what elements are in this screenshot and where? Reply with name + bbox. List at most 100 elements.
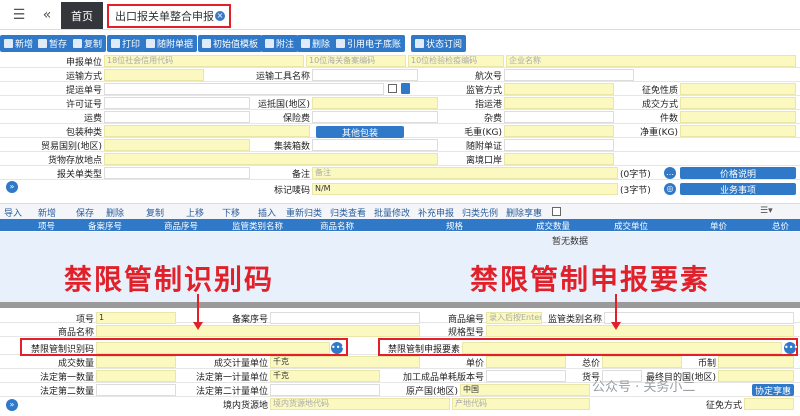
dest-country-input[interactable] [312, 97, 438, 109]
list-batch-edit-button[interactable]: 批量修改 [374, 206, 410, 219]
list-supplement-button[interactable]: 补充申报 [418, 206, 454, 219]
col-deal-qty[interactable]: 成交数量 [536, 220, 570, 232]
price-note-button[interactable]: 价格说明 [680, 167, 796, 180]
container-count-input[interactable] [312, 139, 438, 151]
bill-no-input[interactable] [104, 83, 384, 95]
col-spec[interactable]: 规格 [446, 220, 463, 232]
col-supervision[interactable]: 监管类别名称 [232, 220, 283, 232]
voyage-no-input[interactable] [504, 69, 634, 81]
horizontal-scrollbar[interactable] [0, 302, 800, 308]
declarant-code-input[interactable]: 18位社会信用代码 [104, 55, 304, 67]
total-price-input[interactable] [602, 356, 682, 368]
toolbar-button-e-ledger[interactable]: 引用电子底账 [332, 35, 406, 52]
license-no-input[interactable] [104, 97, 250, 109]
declarant-insp-input[interactable]: 10位检验检疫编码 [408, 55, 504, 67]
list-move-down-button[interactable]: 下移 [222, 206, 240, 219]
deal-unit-input[interactable]: 千克 [270, 356, 420, 368]
list-move-up-button[interactable]: 上移 [186, 206, 204, 219]
list-view-class-button[interactable]: 归类查看 [330, 206, 366, 219]
legal-qty2-input[interactable] [96, 384, 176, 396]
toolbar-button-template[interactable]: 初始值模板 [198, 35, 263, 52]
list-insert-button[interactable]: 插入 [258, 206, 276, 219]
deal-mode-input[interactable] [680, 97, 796, 109]
toolbar-button-status-subscribe[interactable]: 状态订阅 [411, 35, 467, 52]
processing-version-input[interactable] [486, 370, 566, 382]
agreement-pref-button[interactable]: 协定享惠 [752, 384, 794, 397]
business-matters-button[interactable]: 业务事项 [680, 183, 796, 196]
net-weight-input[interactable] [680, 125, 796, 137]
legal-unit2-input[interactable] [270, 384, 380, 396]
bill-checkbox[interactable] [388, 84, 397, 93]
col-item-no[interactable]: 项号 [38, 220, 55, 232]
pieces-input[interactable] [680, 111, 796, 123]
deal-qty-input[interactable] [96, 356, 176, 368]
toolbar-button-note[interactable]: 附注 [261, 35, 299, 52]
remarks-input[interactable]: 备注 [312, 167, 618, 179]
toolbar-button-delete[interactable]: 删除 [297, 35, 335, 52]
col-total-price[interactable]: 总价 [772, 220, 789, 232]
supervision-type-input[interactable] [604, 312, 794, 324]
marks-edit-icon[interactable]: ◎ [664, 183, 676, 195]
list-precedent-button[interactable]: 归类先例 [462, 206, 498, 219]
toolbar-button-attached-docs[interactable]: 随附单据 [142, 35, 198, 52]
gross-weight-input[interactable] [504, 125, 614, 137]
tab-export-declaration[interactable]: 出口报关单整合申报 × [107, 4, 231, 28]
unit-price-input[interactable] [486, 356, 566, 368]
list-reclassify-button[interactable]: 重新归类 [286, 206, 322, 219]
toolbar-button-print[interactable]: 打印 [107, 35, 145, 52]
item-no-input[interactable]: 1 [96, 312, 176, 324]
double-left-arrow-icon[interactable]: « [36, 6, 58, 24]
col-goods-name[interactable]: 商品名称 [320, 220, 354, 232]
spec-input[interactable] [486, 325, 794, 337]
toolbar-button-copy[interactable]: 复制 [69, 35, 107, 52]
remarks-edit-icon[interactable]: … [664, 167, 676, 179]
dest-port-input[interactable] [504, 97, 614, 109]
close-tab-icon[interactable]: × [215, 11, 225, 21]
transport-mode-input[interactable] [104, 69, 204, 81]
conveyance-input[interactable] [312, 69, 418, 81]
list-delete-button[interactable]: 删除 [106, 206, 124, 219]
list-del-pref-button[interactable]: 删除享惠 [506, 206, 542, 219]
currency-input[interactable] [718, 356, 794, 368]
legal-qty1-input[interactable] [96, 370, 176, 382]
legal-unit1-input[interactable]: 千克 [270, 370, 380, 382]
col-deal-unit[interactable]: 成交单位 [614, 220, 648, 232]
levy-nature-input[interactable] [680, 83, 796, 95]
restrict-code-input[interactable] [96, 342, 330, 354]
list-copy-button[interactable]: 复制 [146, 206, 164, 219]
list-new-button[interactable]: 新增 [38, 206, 56, 219]
origin-input[interactable]: 中国 [460, 384, 590, 396]
marks-input[interactable]: N/M [312, 183, 618, 195]
pack-type-input[interactable] [104, 125, 310, 137]
record-no-input[interactable] [270, 312, 420, 324]
tab-home[interactable]: 首页 [61, 2, 103, 29]
decl-type-input[interactable] [104, 167, 250, 179]
col-goods-seq[interactable]: 商品序号 [164, 220, 198, 232]
list-import-button[interactable]: 导入 [4, 206, 22, 219]
col-record-no[interactable]: 备案序号 [88, 220, 122, 232]
goods-name-input[interactable] [96, 325, 420, 337]
insurance-input[interactable] [312, 111, 438, 123]
list-menu-icon[interactable]: ☰▾ [760, 206, 773, 216]
misc-fee-input[interactable] [504, 111, 614, 123]
restrict-elements-input[interactable] [462, 342, 782, 354]
trade-country-input[interactable] [104, 139, 250, 151]
toolbar-button-save-draft[interactable]: 暂存 [34, 35, 72, 52]
toolbar-button-new[interactable]: 新增 [0, 35, 38, 52]
other-pack-button[interactable]: 其他包装 [316, 126, 404, 139]
menu-icon[interactable]: ☰ [8, 6, 30, 24]
restrict-code-more-icon[interactable]: ••• [331, 342, 345, 354]
document-icon[interactable] [401, 83, 410, 94]
list-pref-checkbox[interactable] [552, 207, 561, 216]
declarant-customs-input[interactable]: 10位海关备案编码 [306, 55, 406, 67]
exit-port-input[interactable] [504, 153, 614, 165]
list-save-button[interactable]: 保存 [76, 206, 94, 219]
goods-source-input[interactable]: 境内货源地代码 [270, 398, 450, 410]
origin-code-input[interactable]: 产地代码 [452, 398, 590, 410]
freight-input[interactable] [104, 111, 250, 123]
attached-docs-input[interactable] [504, 139, 614, 151]
declarant-name-input[interactable]: 企业名称 [506, 55, 796, 67]
goods-location-input[interactable] [104, 153, 438, 165]
final-dest-input[interactable] [718, 370, 794, 382]
exemption-input[interactable] [744, 398, 794, 410]
